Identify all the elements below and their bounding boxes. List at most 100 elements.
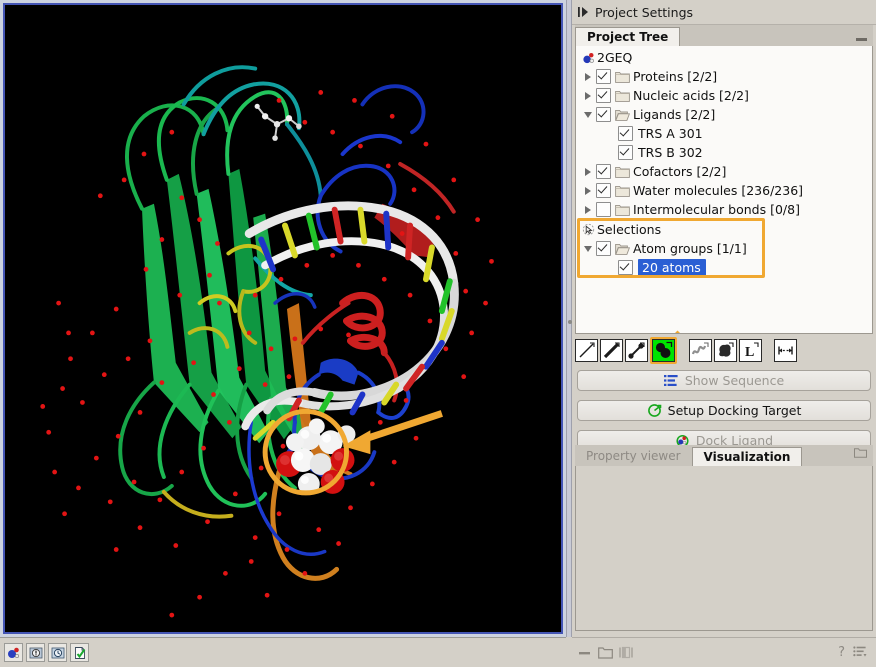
chevron-right-icon[interactable] [585,167,591,176]
tree-node-checkbox[interactable] [618,126,633,141]
representation-toolbar: L [575,336,873,364]
viewport-container [0,0,566,637]
setup-docking-target-label: Setup Docking Target [667,403,802,418]
chevron-down-icon[interactable] [584,111,592,118]
tab-project-tree[interactable]: Project Tree [575,27,681,47]
chevron-right-icon[interactable] [585,186,591,195]
tree-node-checkbox[interactable] [596,241,611,256]
expand-arrow-icon[interactable] [575,3,593,21]
tree-node-checkbox[interactable] [596,164,611,179]
folder-open-icon [615,109,630,121]
history-icon[interactable] [48,643,67,662]
chevron-down-icon[interactable] [584,245,592,252]
tree-node[interactable]: Atom groups [1/1] [576,239,872,258]
setup-docking-target-button[interactable]: Setup Docking Target [577,400,871,421]
chevron-right-icon[interactable] [585,205,591,214]
tree-node[interactable]: 20 atoms [576,258,872,277]
tree-node[interactable]: TRS A 301 [576,124,872,143]
info-icon[interactable] [26,643,45,662]
molecular-surface-icon[interactable] [714,338,737,362]
selections-node[interactable]: Selections [576,220,872,239]
tree-disclosure-toggle[interactable] [580,67,596,86]
molecule-icon[interactable] [4,643,23,662]
stick-icon[interactable] [600,338,623,362]
molecular-structure-render[interactable] [5,5,561,632]
tree-disclosure-spacer [602,258,618,277]
space-filling-icon-inner [652,338,675,362]
tree-node-checkbox[interactable] [596,183,611,198]
tree-node[interactable]: Proteins [2/2] [576,67,872,86]
chevron-right-icon[interactable] [585,72,591,81]
folder-open-icon [615,243,630,255]
tree-node-label: Nucleic acids [2/2] [633,88,749,103]
help-button[interactable]: ? [838,645,845,660]
split-view-icon[interactable] [619,646,633,659]
distance-measure-icon[interactable] [774,338,797,362]
tree-disclosure-toggle[interactable] [580,181,596,200]
tree-node-checkbox[interactable] [596,202,611,217]
folder-icon [615,71,630,83]
tree-node-label: TRS B 302 [638,145,703,160]
lower-panel-box: Property viewer Visualization [575,445,873,631]
project-tree-body[interactable]: 2GEQ Proteins [2/2] Nucleic acids [2/2] Li… [575,46,873,334]
tree-root-node[interactable]: 2GEQ [576,48,872,67]
tree-node-label: Intermolecular bonds [0/8] [633,202,800,217]
tab-property-viewer[interactable]: Property viewer [575,446,692,466]
tree-node-label: TRS A 301 [638,126,703,141]
tree-node-checkbox[interactable] [596,88,611,103]
tree-node[interactable]: Cofactors [2/2] [576,162,872,181]
tree-node[interactable]: Ligands [2/2] [576,105,872,124]
tree-node-checkbox[interactable] [596,69,611,84]
minimize-icon[interactable] [856,38,867,41]
chevron-right-icon[interactable] [585,91,591,100]
label-icon[interactable]: L [739,338,762,362]
tree-node-label: Proteins [2/2] [633,69,718,84]
folder-icon [615,90,630,102]
folder-icon [615,166,630,178]
project-tree-box: Project Tree 2GEQ Proteins [2/2] Nucleic… [575,25,873,451]
tree-disclosure-toggle[interactable] [580,239,596,258]
tree-disclosure-toggle[interactable] [580,86,596,105]
tree-node-checkbox[interactable] [618,260,633,275]
project-settings-title: Project Settings [595,4,694,20]
show-sequence-label: Show Sequence [684,373,785,388]
space-filling-icon[interactable] [650,336,677,364]
tree-node[interactable]: Intermolecular bonds [0/8] [576,200,872,219]
tree-node-list: Proteins [2/2] Nucleic acids [2/2] Ligands… [576,67,872,219]
folder-icon[interactable] [598,646,613,659]
selection-cursor-icon [580,223,596,236]
visualization-panel-body[interactable] [575,466,873,631]
tree-node-checkbox[interactable] [618,145,633,160]
tree-node-checkbox[interactable] [596,107,611,122]
folder-icon[interactable] [854,443,867,462]
tree-node[interactable]: TRS B 302 [576,143,872,162]
project-tree-tabbar: Project Tree [575,25,873,47]
tab-visualization[interactable]: Visualization [691,447,803,467]
minimize-icon[interactable] [578,647,592,659]
molecular-3d-viewport[interactable] [3,3,563,634]
wireframe-icon[interactable] [575,338,598,362]
show-sequence-button[interactable]: Show Sequence [577,370,871,391]
sequence-icon [663,374,679,387]
molecule-icon [580,51,596,64]
selections-children: Atom groups [1/1] 20 atoms [576,239,872,277]
tree-disclosure-spacer [602,143,618,162]
selections-section: Selections Atom groups [1/1] 20 atoms [576,218,872,278]
docking-target-icon [647,403,662,418]
ball-and-stick-icon[interactable] [625,338,648,362]
right-status-bar: ? [572,637,876,667]
tree-disclosure-toggle[interactable] [580,200,596,219]
right-panel: Project Settings Project Tree 2GEQ Prote… [572,0,876,667]
tab-project-tree-label: Project Tree [587,30,669,44]
tree-disclosure-toggle[interactable] [580,162,596,181]
tree-node[interactable]: Nucleic acids [2/2] [576,86,872,105]
lower-panel-tabbar: Property viewer Visualization [575,445,873,467]
tree-node-label: Cofactors [2/2] [633,164,727,179]
tree-disclosure-toggle[interactable] [580,105,596,124]
tree-node-label: Water molecules [236/236] [633,183,804,198]
tree-disclosure-spacer [602,124,618,143]
checklist-icon[interactable] [70,643,89,662]
list-menu-icon[interactable] [853,643,868,662]
backbone-icon[interactable] [689,338,712,362]
tree-node[interactable]: Water molecules [236/236] [576,181,872,200]
